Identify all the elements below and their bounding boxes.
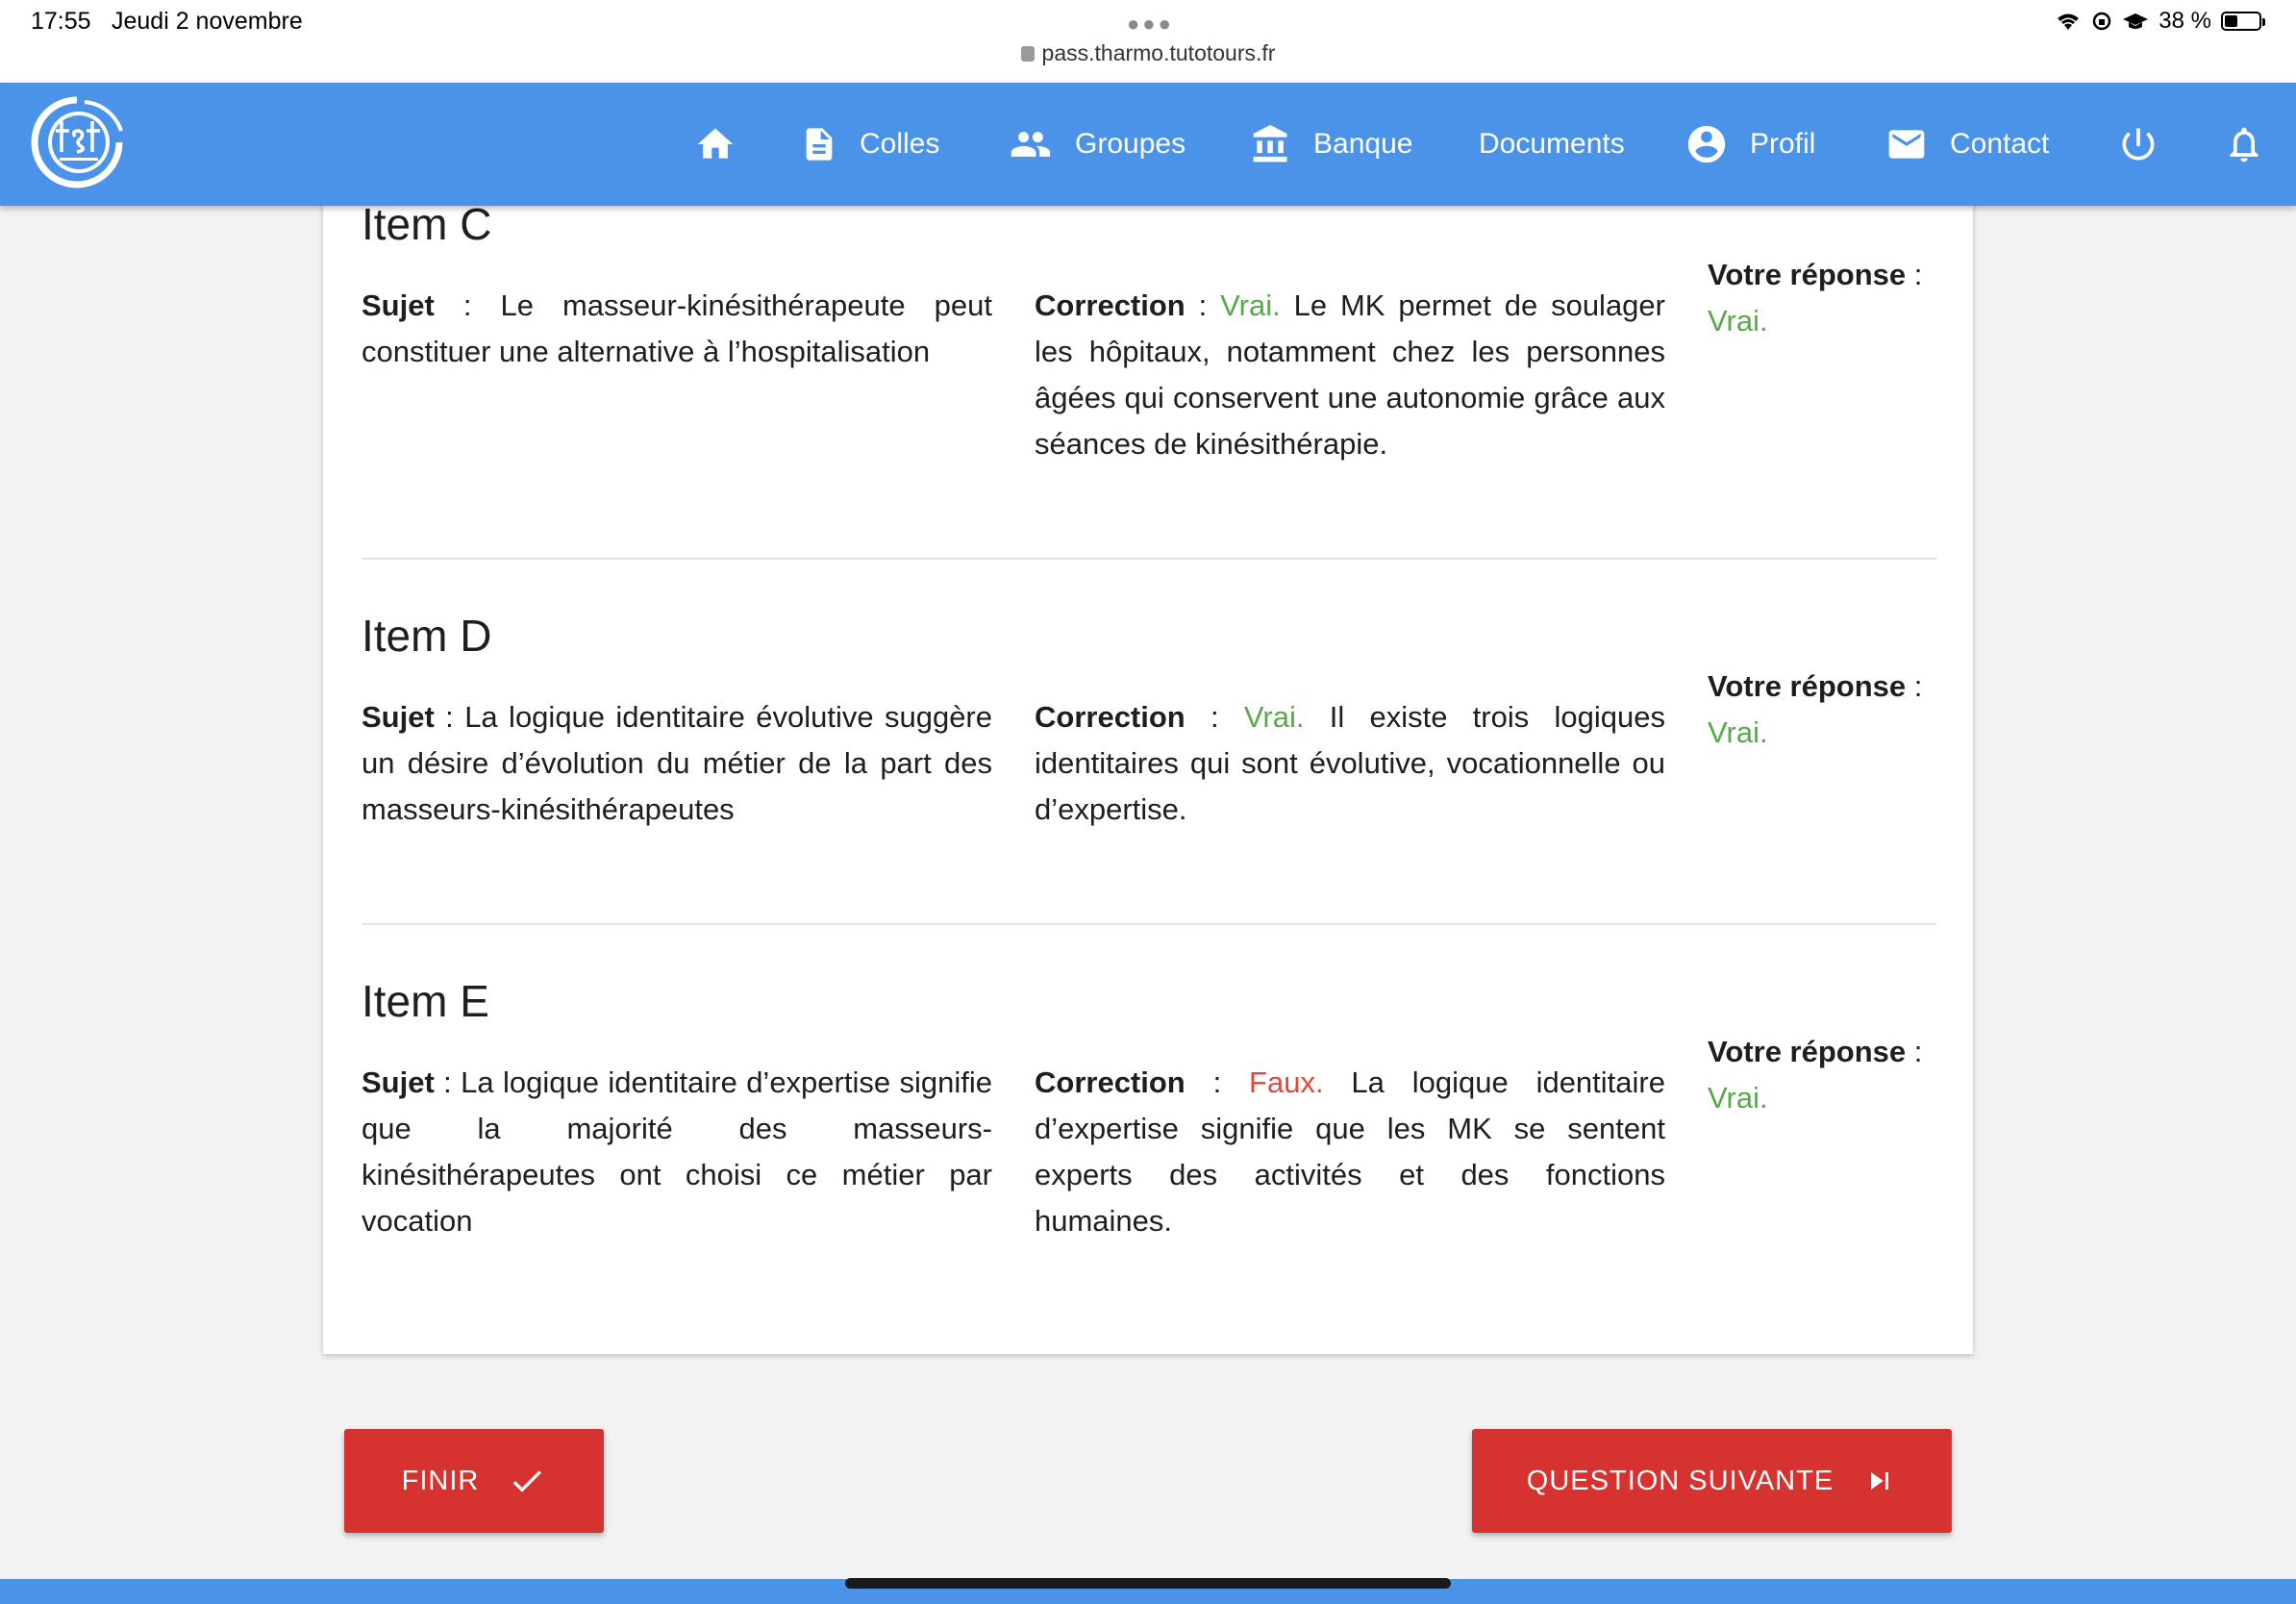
correction-verdict: Faux. [1249, 1065, 1324, 1099]
nav-label-documents: Documents [1479, 128, 1625, 160]
subject-label: Sujet [362, 288, 435, 322]
home-icon [697, 128, 734, 159]
group-icon [1011, 132, 1051, 157]
item-title: Item D [362, 611, 492, 661]
nav-documents[interactable]: Documents [1479, 83, 1625, 206]
item-correction: Correction : Faux. La logique identitair… [1035, 1065, 1665, 1238]
nav-label-profil: Profil [1750, 128, 1816, 160]
nav-label-banque: Banque [1313, 128, 1413, 160]
nav-label-colles: Colles [860, 128, 940, 160]
item-divider [362, 923, 1936, 925]
item-subject: Sujet : La logique identitaire d’experti… [362, 1065, 992, 1238]
address-bar[interactable]: pass.tharmo.tutotours.fr [1013, 40, 1283, 66]
item-title: Item E [362, 976, 489, 1026]
item-answer: Votre réponse : Vrai. [1708, 669, 1923, 749]
wifi-icon [2058, 13, 2080, 30]
answer-label: Votre réponse [1708, 669, 1907, 703]
next-question-button[interactable]: QUESTION SUIVANTE [1472, 1429, 1952, 1533]
top-navbar: Colles Groupes Banque Documents Profil C… [0, 83, 2296, 206]
bell-icon [2230, 127, 2259, 163]
finish-button[interactable]: FINIR [344, 1429, 604, 1533]
subject-label: Sujet [362, 1065, 435, 1099]
account-icon [1687, 125, 1726, 163]
nav-profil[interactable]: Profil [1685, 83, 1815, 206]
document-icon [806, 128, 833, 161]
nav-groupes[interactable]: Groupes [1008, 83, 1185, 206]
nav-banque[interactable]: Banque [1250, 83, 1412, 206]
tutotours-logo[interactable] [27, 92, 133, 192]
correction-verdict: Vrai. [1243, 700, 1305, 734]
subject-text: La logique identitaire d’expertise signi… [362, 1065, 992, 1238]
url-text: pass.tharmo.tutotours.fr [1041, 40, 1276, 65]
correction-label: Correction [1035, 700, 1185, 734]
next-question-button-label: QUESTION SUIVANTE [1526, 1465, 1834, 1496]
nav-home[interactable] [694, 83, 736, 206]
subject-label: Sujet [362, 700, 435, 734]
nav-label-groupes: Groupes [1075, 128, 1186, 160]
skip-next-icon [1871, 1472, 1889, 1490]
mail-icon [1888, 130, 1925, 159]
bank-icon [1253, 124, 1287, 163]
item-correction: Correction : Vrai. Le MK permet de soula… [1035, 288, 1665, 461]
status-bar: 17:55 Jeudi 2 novembre ●●● pass.tharmo.t… [0, 0, 2296, 83]
item-title: Item C [362, 199, 492, 249]
answer-value: Vrai. [1708, 304, 1768, 338]
subject-text: La logique identitaire évolutive suggère… [362, 700, 992, 826]
multitasking-dots-icon[interactable]: ●●● [1127, 12, 1174, 37]
status-time: 17:55 [31, 8, 91, 35]
subject-text: Le masseur-kinésithérapeute peut constit… [362, 288, 992, 368]
item-subject: Sujet : Le masseur-kinésithérapeute peut… [362, 288, 992, 368]
item-divider [362, 558, 1936, 560]
power-icon [2122, 128, 2155, 161]
battery-icon [2221, 12, 2265, 31]
answer-label: Votre réponse [1708, 258, 1907, 291]
correction-verdict: Vrai. [1220, 288, 1281, 322]
correction-label: Correction [1035, 1065, 1185, 1099]
check-icon [513, 1470, 542, 1492]
finish-button-label: FINIR [401, 1465, 480, 1496]
correction-card: Item C Sujet : Le masseur-kinésithérapeu… [323, 192, 1973, 1354]
nav-colles[interactable]: Colles [800, 83, 939, 206]
nav-notifications[interactable] [2223, 83, 2265, 206]
lock-icon [1020, 46, 1035, 62]
item-correction: Correction : Vrai. Il existe trois logiq… [1035, 700, 1665, 826]
orientation-lock-icon [2093, 12, 2111, 31]
answer-value: Vrai. [1708, 1081, 1768, 1115]
status-date: Jeudi 2 novembre [112, 8, 303, 35]
item-answer: Votre réponse : Vrai. [1708, 1035, 1923, 1115]
answer-value: Vrai. [1708, 715, 1768, 749]
graduation-cap-icon [2123, 13, 2149, 29]
battery-percent: 38 % [2159, 8, 2211, 34]
status-indicators: 38 % [2055, 8, 2265, 35]
correction-label: Correction [1035, 288, 1185, 322]
nav-logout[interactable] [2117, 83, 2159, 206]
nav-label-contact: Contact [1950, 128, 2050, 160]
home-indicator[interactable] [845, 1578, 1451, 1589]
item-answer: Votre réponse : Vrai. [1708, 258, 1923, 338]
answer-label: Votre réponse [1708, 1035, 1907, 1068]
item-subject: Sujet : La logique identitaire évolutive… [362, 700, 992, 826]
nav-contact[interactable]: Contact [1884, 83, 2049, 206]
